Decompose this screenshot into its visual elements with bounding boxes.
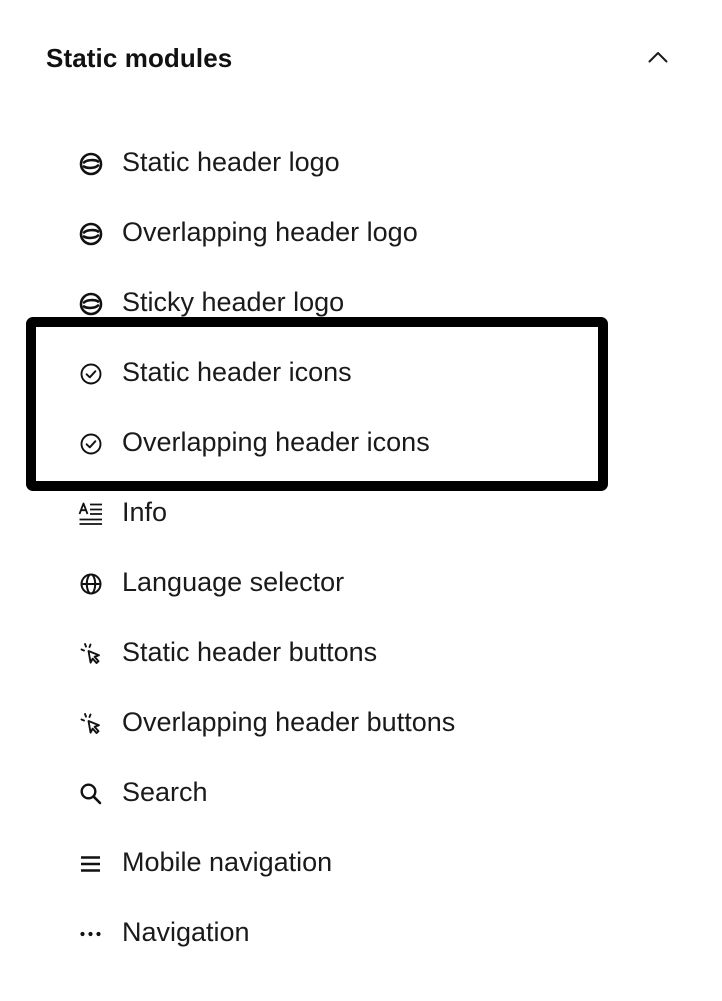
- module-label: Overlapping header logo: [122, 217, 418, 247]
- module-item-navigation[interactable]: Navigation: [0, 897, 722, 967]
- cursor-click-icon: [78, 641, 104, 667]
- globe-icon: [78, 571, 104, 597]
- logo-icon: [78, 221, 104, 247]
- logo-icon: [78, 291, 104, 317]
- module-item-overlapping-header-logo[interactable]: Overlapping header logo: [0, 197, 722, 267]
- module-label: Overlapping header buttons: [122, 707, 456, 737]
- chevron-up-icon: [648, 52, 668, 63]
- module-item-sticky-header-logo[interactable]: Sticky header logo: [0, 267, 722, 337]
- text-format-icon: [78, 501, 104, 527]
- module-item-info[interactable]: Info: [0, 477, 722, 547]
- panel-title: Static modules: [46, 43, 233, 73]
- module-label: Sticky header logo: [122, 287, 345, 317]
- module-label: Static header icons: [122, 357, 352, 387]
- module-label: Info: [122, 497, 168, 527]
- static-modules-header[interactable]: Static modules: [0, 0, 722, 118]
- logo-icon: [78, 151, 104, 177]
- module-label: Overlapping header icons: [122, 427, 430, 457]
- check-circle-icon: [78, 431, 104, 457]
- module-label: Mobile navigation: [122, 847, 333, 877]
- module-item-static-header-logo[interactable]: Static header logo: [0, 127, 722, 197]
- module-item-static-header-buttons[interactable]: Static header buttons: [0, 617, 722, 687]
- module-label: Search: [122, 777, 208, 807]
- module-item-static-header-icons[interactable]: Static header icons: [0, 337, 722, 407]
- module-item-language-selector[interactable]: Language selector: [0, 547, 722, 617]
- module-item-mobile-navigation[interactable]: Mobile navigation: [0, 827, 722, 897]
- module-item-overlapping-header-buttons[interactable]: Overlapping header buttons: [0, 687, 722, 757]
- module-item-search[interactable]: Search: [0, 757, 722, 827]
- more-horizontal-icon: [78, 921, 104, 947]
- module-label: Static header logo: [122, 147, 340, 177]
- module-label: Static header buttons: [122, 637, 378, 667]
- module-label: Language selector: [122, 567, 345, 597]
- cursor-click-icon: [78, 711, 104, 737]
- module-item-overlapping-header-icons[interactable]: Overlapping header icons: [0, 407, 722, 477]
- hamburger-menu-icon: [78, 851, 104, 877]
- module-list: Static header logo Overlapping header lo…: [0, 127, 722, 967]
- check-circle-icon: [78, 361, 104, 387]
- collapse-button[interactable]: [640, 40, 676, 76]
- module-label: Navigation: [122, 917, 250, 947]
- search-icon: [78, 781, 104, 807]
